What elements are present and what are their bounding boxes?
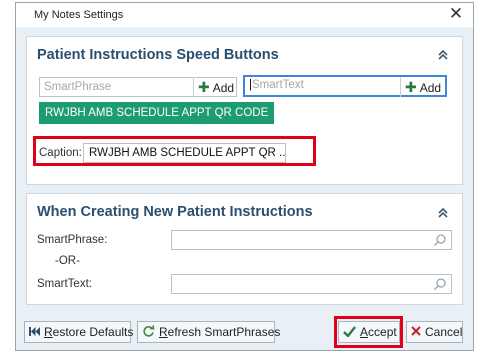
new-patient-instructions-section: When Creating New Patient Instructions S… [26, 193, 463, 305]
speed-button-chip[interactable]: RWJBH AMB SCHEDULE APPT QR CODE [39, 102, 275, 124]
search-icon [433, 278, 446, 291]
cancel-button[interactable]: Cancel [406, 321, 463, 343]
or-label: -OR- [55, 255, 80, 267]
accept-underline: A [360, 325, 369, 339]
restore-underline: R [44, 325, 53, 339]
collapse-icon[interactable] [436, 207, 450, 221]
add-smartphrase-button[interactable]: ✚ Add [193, 77, 238, 97]
checkmark-icon [343, 322, 356, 342]
accept-label: ccept [368, 325, 397, 339]
add-label: Add [212, 81, 235, 95]
collapse-icon[interactable] [436, 49, 450, 63]
restore-icon [29, 322, 40, 342]
title-bar: My Notes Settings ✕ [16, 3, 473, 27]
restore-label: estore Defaults [52, 325, 134, 339]
smarttext-label: SmartText: [37, 278, 92, 290]
smartphrase-placeholder: SmartPhrase [44, 81, 112, 93]
cancel-label: Cancel [425, 325, 463, 339]
window-title: My Notes Settings [34, 9, 124, 21]
caption-label: Caption: [39, 147, 82, 159]
settings-dialog: My Notes Settings ✕ Patient Instructions… [15, 2, 474, 351]
smartphrase-search-field[interactable] [171, 230, 452, 250]
refresh-smartphrases-button[interactable]: Refresh SmartPhrases [137, 321, 280, 343]
plus-icon: ✚ [405, 79, 417, 95]
smarttext-search-field[interactable] [171, 274, 452, 294]
x-icon [411, 322, 421, 342]
speed-buttons-section: Patient Instructions Speed Buttons Smart… [26, 36, 463, 185]
smarttext-placeholder: SmartText [252, 79, 304, 91]
refresh-underline: R [159, 325, 168, 339]
section-title: When Creating New Patient Instructions [37, 204, 313, 220]
add-smarttext-button[interactable]: ✚ Add [400, 77, 445, 97]
add-label: Add [419, 81, 442, 95]
plus-icon: ✚ [198, 79, 210, 95]
restore-defaults-button[interactable]: Restore Defaults [24, 321, 134, 343]
search-icon [433, 234, 446, 247]
smartphrase-label: SmartPhrase: [37, 234, 108, 246]
section-title: Patient Instructions Speed Buttons [37, 47, 279, 63]
close-icon[interactable]: ✕ [447, 4, 465, 24]
refresh-icon [142, 322, 155, 342]
refresh-label: efresh SmartPhrases [167, 325, 281, 339]
accept-button[interactable]: Accept [338, 321, 400, 343]
caption-input[interactable]: RWJBH AMB SCHEDULE APPT QR ... [83, 143, 286, 163]
